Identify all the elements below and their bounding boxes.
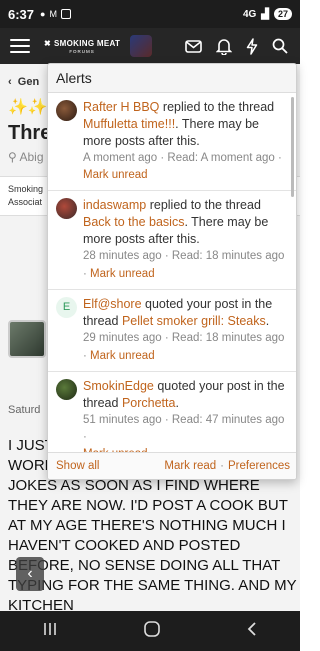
breadcrumb[interactable]: ‹ Gen (8, 76, 39, 88)
mark-read-link[interactable]: Mark read (164, 460, 216, 472)
gmail-icon: M (49, 9, 57, 19)
footer-separator: · (220, 460, 224, 472)
site-header: ✖ SMOKING MEAT FORUMS (0, 28, 300, 64)
alert-thread-link[interactable]: Porchetta (122, 396, 176, 410)
alert-read-time: Read: A moment ago (167, 152, 275, 164)
alert-avatar[interactable] (56, 100, 77, 121)
post-date: Saturd (8, 404, 41, 416)
mark-unread-link[interactable]: Mark unread (83, 167, 288, 184)
status-bar: 6:37 ● M 4G ▟ 27 (0, 0, 300, 28)
signal-icon: ▟ (261, 8, 269, 20)
logo-text: SMOKING MEAT (54, 38, 121, 48)
thread-byline: ⚲ Abig (8, 150, 44, 164)
alert-action: replied to the thread (149, 198, 261, 212)
alert-item[interactable]: E Elf@shore quoted your post in the thre… (48, 290, 296, 372)
alert-avatar[interactable]: E (56, 297, 77, 318)
post-author-avatar[interactable] (8, 320, 46, 358)
bell-icon[interactable] (216, 38, 232, 55)
alert-item[interactable]: SmokinEdge quoted your post in the threa… (48, 372, 296, 454)
alert-item[interactable]: Rafter H BBQ replied to the thread Muffu… (48, 93, 296, 191)
alert-read-time: Read: 47 minutes ago (171, 414, 285, 426)
alert-avatar[interactable] (56, 379, 77, 400)
alert-thread-link[interactable]: Pellet smoker grill: Steaks (122, 314, 266, 328)
search-icon[interactable] (272, 38, 288, 54)
mark-unread-link[interactable]: Mark unread (90, 268, 155, 280)
alert-suffix: . (175, 396, 179, 410)
recent-apps-icon[interactable] (42, 622, 58, 641)
logo-mark-icon: ✖ (44, 38, 52, 48)
alert-user-link[interactable]: indaswamp (83, 198, 146, 212)
system-nav-bar (0, 611, 300, 651)
alert-user-link[interactable]: Rafter H BBQ (83, 100, 159, 114)
alerts-footer: Show all Mark read · Preferences (48, 452, 296, 479)
battery-level: 27 (273, 8, 292, 20)
alert-action: replied to the thread (162, 100, 275, 114)
alerts-popup: Alerts Rafter H BBQ replied to the threa… (47, 63, 297, 480)
back-icon[interactable] (246, 621, 258, 642)
alerts-scrollbar[interactable] (291, 97, 294, 197)
user-avatar[interactable] (130, 35, 153, 57)
sparkle-icon: ✨✨ (8, 99, 48, 116)
logo-subtext: FORUMS (69, 48, 95, 54)
home-icon[interactable] (143, 620, 161, 643)
alert-user-link[interactable]: Elf@shore (83, 297, 142, 311)
bolt-icon[interactable] (246, 37, 258, 55)
alert-avatar[interactable] (56, 198, 77, 219)
site-logo[interactable]: ✖ SMOKING MEAT FORUMS (44, 39, 120, 54)
status-time: 6:37 (8, 6, 35, 22)
alert-thread-link[interactable]: Muffuletta time!!! (83, 117, 175, 131)
alert-time: 28 minutes ago (83, 250, 162, 262)
inbox-icon[interactable] (185, 39, 202, 53)
menu-icon[interactable] (10, 39, 30, 53)
app-notification-icon (60, 9, 71, 19)
alert-item[interactable]: indaswamp replied to the thread Back to … (48, 191, 296, 290)
preferences-link[interactable]: Preferences (228, 460, 290, 472)
alert-time: 29 minutes ago (83, 332, 162, 344)
alerts-title: Alerts (48, 64, 296, 93)
show-all-link[interactable]: Show all (56, 460, 99, 472)
mark-unread-link[interactable]: Mark unread (90, 350, 155, 362)
alert-user-link[interactable]: SmokinEdge (83, 379, 154, 393)
alert-read-time: Read: 18 minutes ago (171, 250, 285, 262)
alert-time: A moment ago (83, 152, 158, 164)
alert-read-time: Read: 18 minutes ago (171, 332, 285, 344)
network-label: 4G (242, 8, 257, 20)
alert-time: 51 minutes ago (83, 414, 162, 426)
alert-thread-link[interactable]: Back to the basics (83, 215, 184, 229)
notification-dot-icon: ● (40, 9, 46, 19)
alert-suffix: . (265, 314, 270, 328)
alerts-list: Rafter H BBQ replied to the thread Muffu… (48, 93, 296, 454)
user-icon: ⚲ (8, 150, 17, 164)
back-arrow-button[interactable]: ‹ (16, 557, 44, 591)
